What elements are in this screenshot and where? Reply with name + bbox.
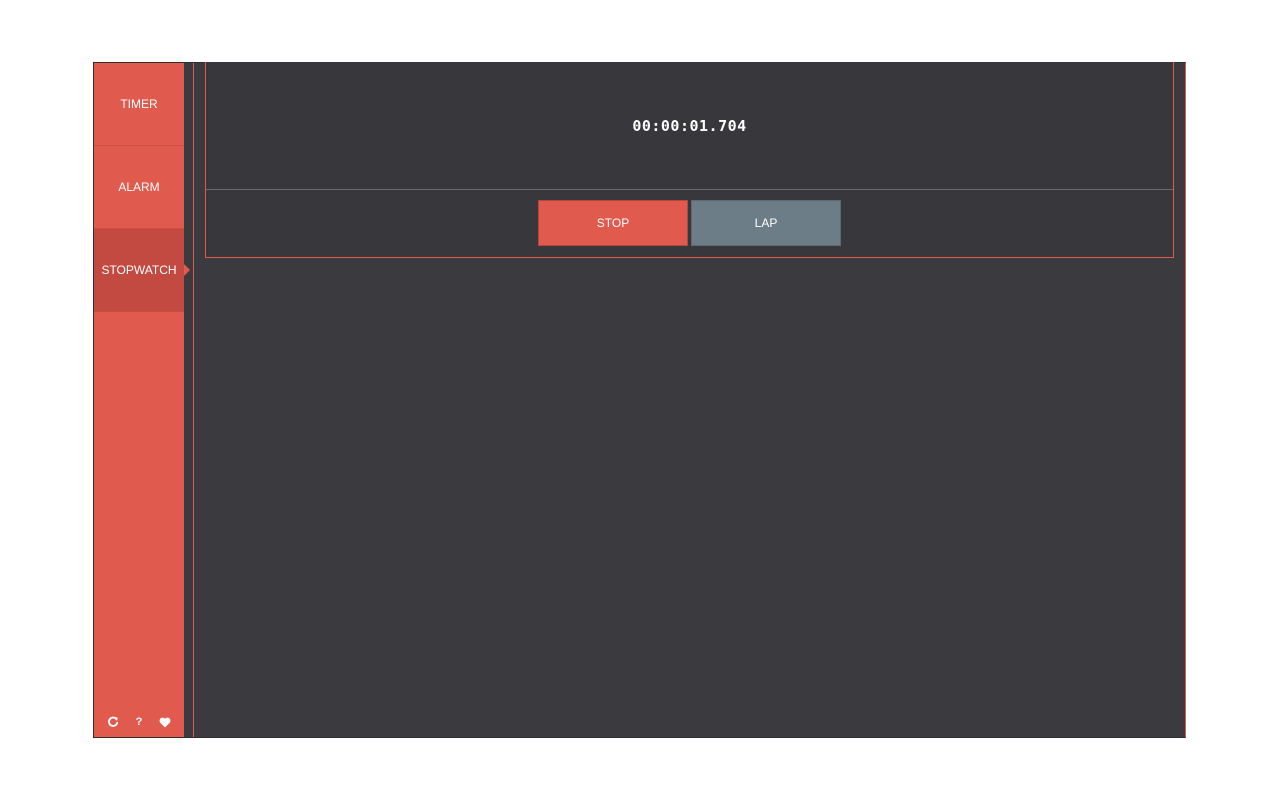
stopwatch-controls: STOP LAP: [206, 200, 1173, 246]
sidebar-footer: ?: [94, 707, 184, 737]
lap-button[interactable]: LAP: [691, 200, 841, 246]
stop-button[interactable]: STOP: [538, 200, 688, 246]
sidebar-item-alarm[interactable]: ALARM: [94, 146, 184, 229]
sidebar-item-label: STOPWATCH: [101, 263, 177, 277]
stopwatch-time-display: 00:00:01.704: [206, 62, 1173, 190]
sidebar-item-stopwatch[interactable]: STOPWATCH: [94, 229, 190, 312]
sidebar: TIMER ALARM STOPWATCH ?: [94, 63, 190, 737]
heart-icon[interactable]: [158, 715, 172, 729]
divider: [193, 63, 194, 737]
stopwatch-panel: 00:00:01.704 STOP LAP: [205, 62, 1174, 258]
sidebar-item-timer[interactable]: TIMER: [94, 63, 184, 146]
sidebar-item-label: TIMER: [120, 97, 158, 111]
app-window: TIMER ALARM STOPWATCH ? 00:00:01.704 STO…: [93, 62, 1186, 738]
refresh-icon[interactable]: [106, 715, 120, 729]
sidebar-item-label: ALARM: [118, 180, 160, 194]
help-icon[interactable]: ?: [132, 715, 146, 729]
